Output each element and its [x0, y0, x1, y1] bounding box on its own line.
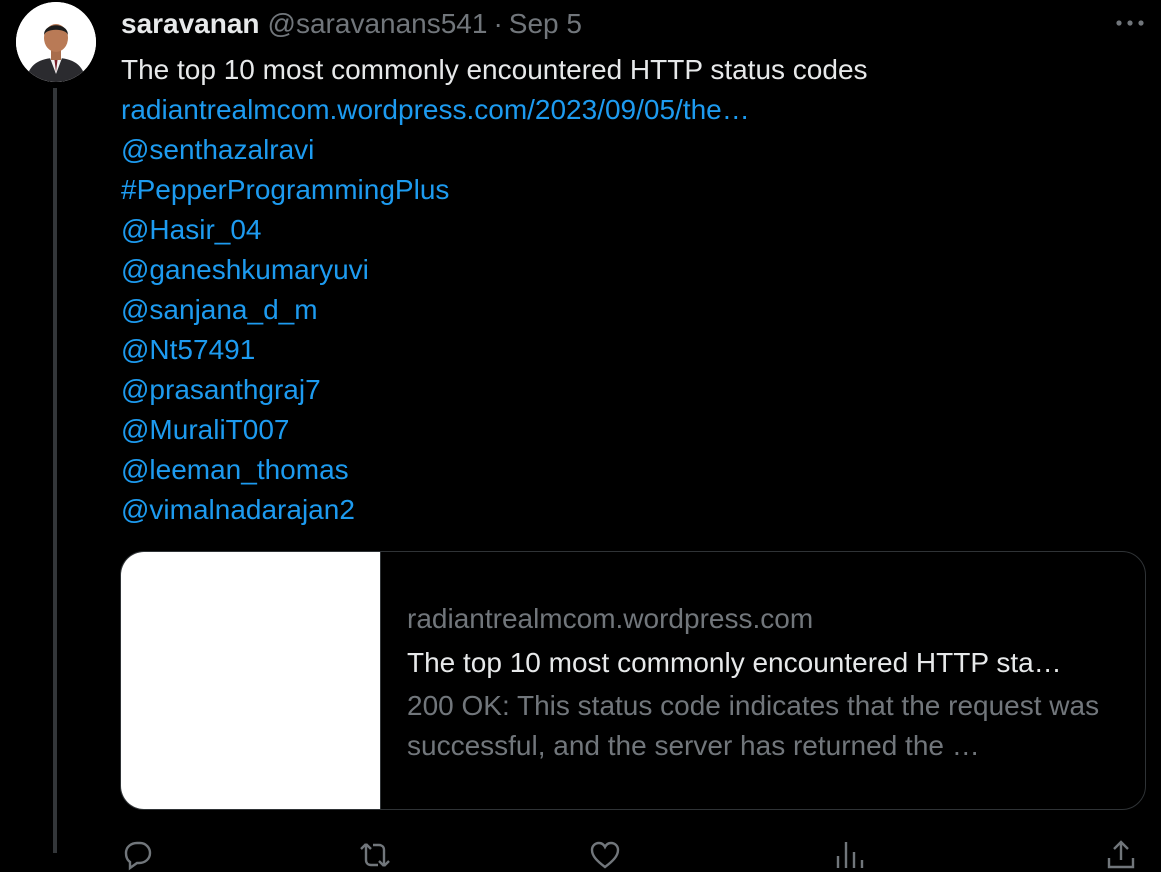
thread-line — [53, 88, 57, 853]
separator-dot: · — [493, 8, 503, 39]
more-button[interactable] — [1110, 8, 1150, 38]
tweet[interactable]: saravanan @saravanans541 · Sep 5 The top… — [0, 0, 1161, 871]
mention-link[interactable]: @MuraliT007 — [121, 410, 1141, 450]
views-button[interactable] — [832, 838, 866, 872]
mention-link[interactable]: @Nt57491 — [121, 330, 1141, 370]
card-text: radiantrealmcom.wordpress.com The top 10… — [407, 598, 1132, 766]
tweet-date[interactable]: Sep 5 — [509, 8, 582, 40]
tweet-actions — [120, 838, 1140, 871]
link-preview-card[interactable]: radiantrealmcom.wordpress.com The top 10… — [120, 551, 1146, 810]
tweet-text: The top 10 most commonly encountered HTT… — [121, 50, 1141, 530]
card-thumbnail — [121, 552, 381, 809]
like-icon — [590, 841, 620, 869]
avatar[interactable] — [16, 2, 96, 82]
tweet-text-line: The top 10 most commonly encountered HTT… — [121, 54, 868, 85]
mention-link[interactable]: @sanjana_d_m — [121, 290, 1141, 330]
user-handle[interactable]: @saravanans541 — [268, 8, 488, 40]
user-avatar-icon — [16, 2, 96, 82]
card-title: The top 10 most commonly encountered HTT… — [407, 647, 1062, 678]
mention-link[interactable]: @Hasir_04 — [121, 210, 1141, 250]
retweet-button[interactable] — [358, 838, 392, 872]
tweet-header: saravanan @saravanans541 · Sep 5 — [121, 6, 582, 42]
mention-link[interactable]: @ganeshkumaryuvi — [121, 250, 1141, 290]
mention-link[interactable]: @senthazalravi — [121, 130, 1141, 170]
mention-link[interactable]: @leeman_thomas — [121, 450, 1141, 490]
hashtag-link[interactable]: #PepperProgrammingPlus — [121, 170, 1141, 210]
views-icon — [836, 842, 864, 868]
reply-button[interactable] — [120, 838, 154, 872]
mention-link[interactable]: @prasanthgraj7 — [121, 370, 1141, 410]
mention-link[interactable]: @vimalnadarajan2 — [121, 490, 1141, 530]
reply-icon — [124, 841, 152, 871]
retweet-icon — [360, 843, 390, 867]
tweet-url-link[interactable]: radiantrealmcom.wordpress.com/2023/09/05… — [121, 90, 1141, 130]
card-description: 200 OK: This status code indicates that … — [407, 690, 1100, 761]
display-name[interactable]: saravanan — [121, 8, 260, 40]
card-domain: radiantrealmcom.wordpress.com — [407, 603, 814, 634]
share-icon — [1107, 840, 1135, 869]
like-button[interactable] — [588, 838, 622, 872]
more-horizontal-icon — [1116, 20, 1144, 26]
share-button[interactable] — [1104, 838, 1138, 872]
